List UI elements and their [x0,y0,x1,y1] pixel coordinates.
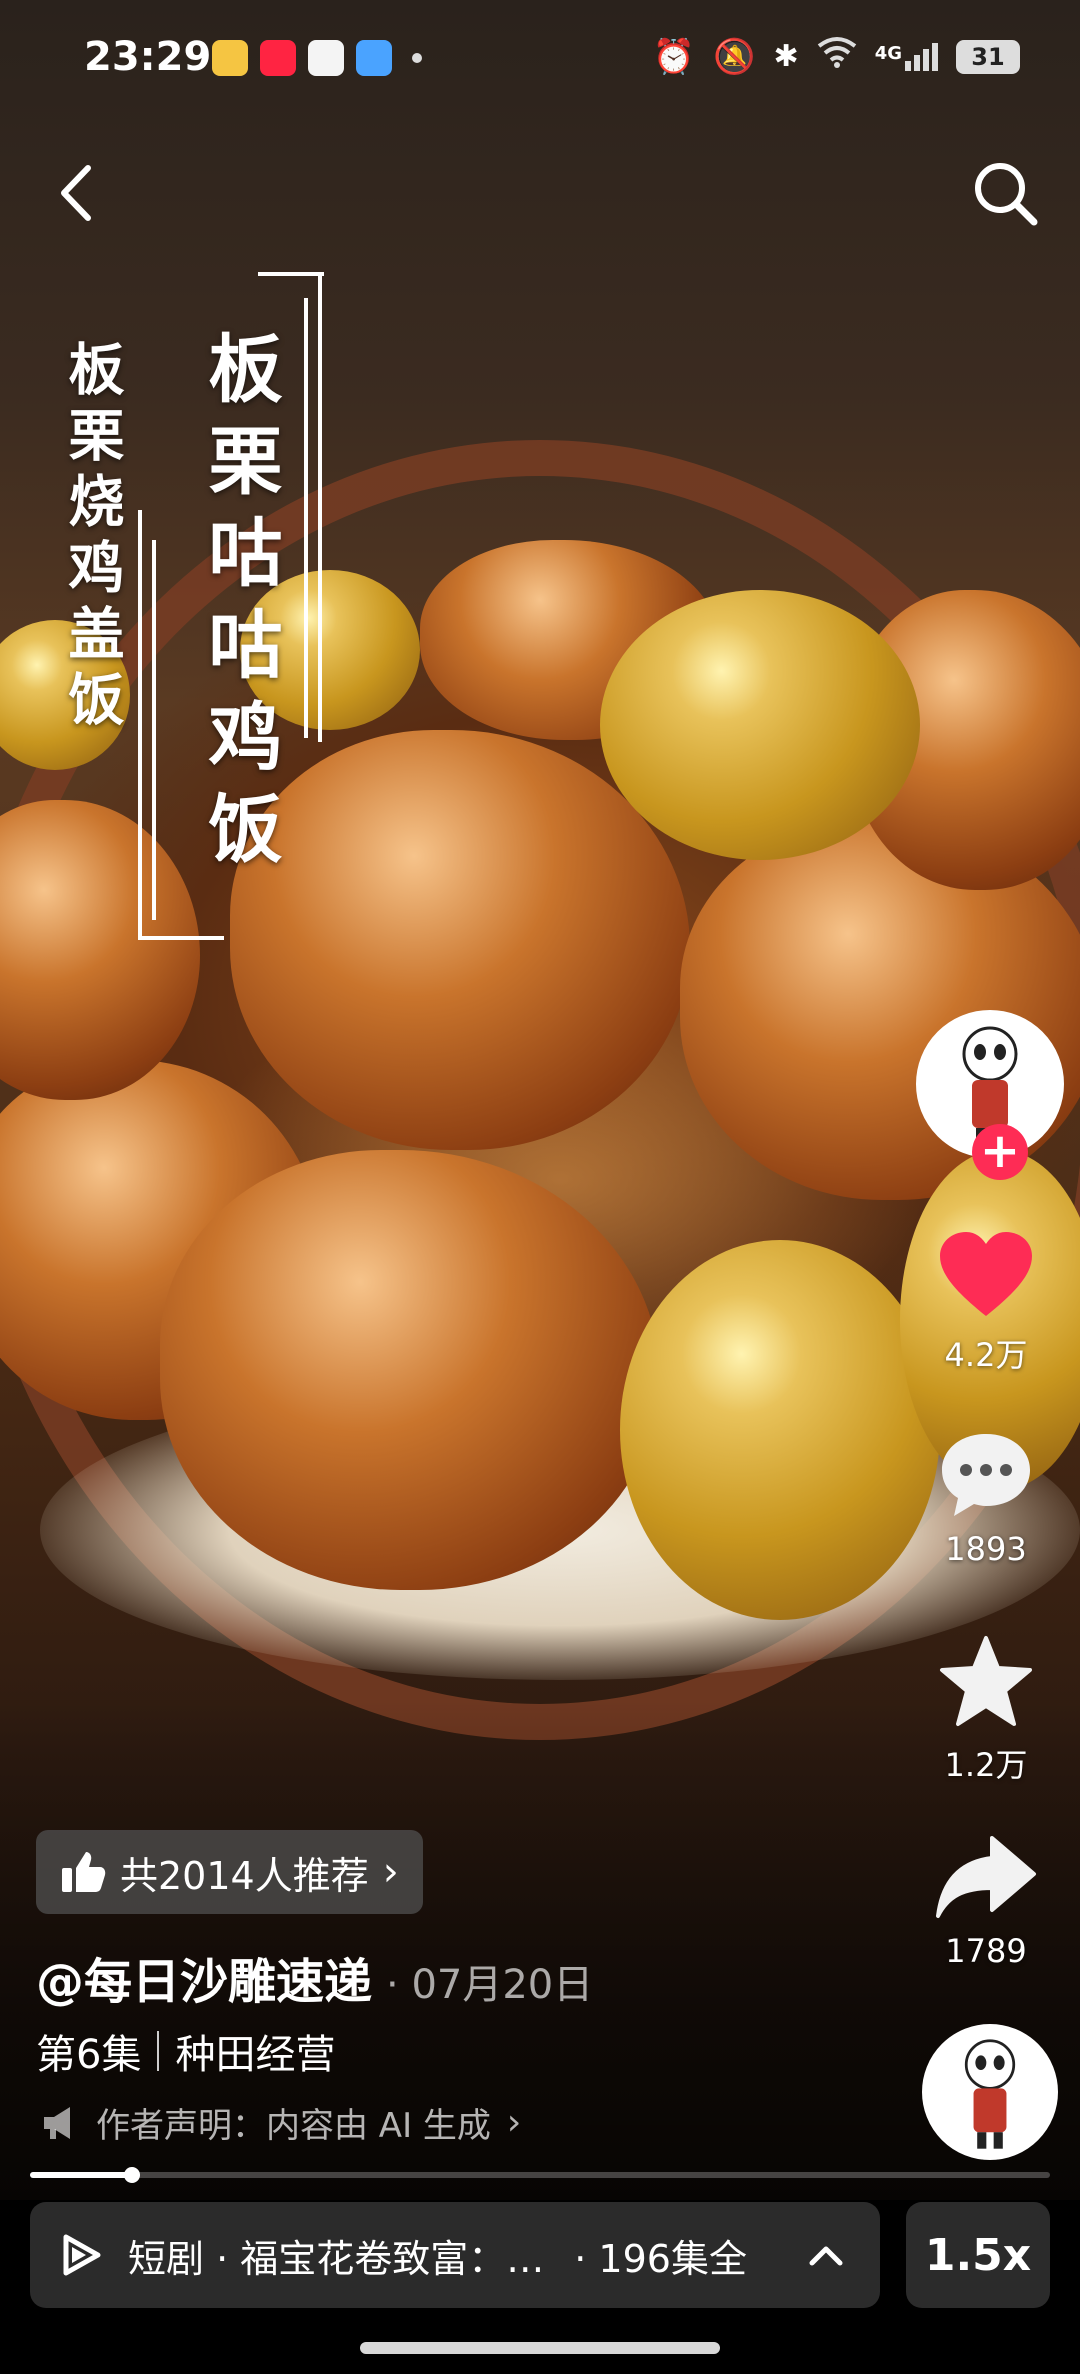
favorite-button[interactable]: 1.2万 [924,1634,1048,1786]
comment-count: 1893 [945,1530,1027,1568]
mute-icon: 🔕 [713,36,756,77]
series-title: 短剧 · 福宝花卷致富：… [128,2236,545,2281]
ai-declaration[interactable]: 作者声明：内容由 AI 生成 › [40,2098,521,2147]
chevron-right-icon: › [506,2102,522,2143]
playback-speed: 1.5x [924,2229,1032,2281]
category-label[interactable]: 种田经营 [175,2022,335,2080]
bluetooth-icon: ✱ [773,39,799,74]
title-decoration [152,540,156,920]
episode-separator [157,2031,160,2071]
music-disc[interactable] [922,2024,1058,2160]
chevron-left-icon [61,165,91,221]
share-button[interactable]: 1789 [924,1834,1048,1970]
alarm-icon: ⏰ [652,36,696,77]
series-bar[interactable]: 短剧 · 福宝花卷致富：… · 196集全 [30,2202,880,2308]
chevron-up-icon[interactable] [806,2241,846,2269]
episode-line: 第6集 种田经营 [36,2022,335,2080]
chestnut [600,590,920,860]
thumbs-up-icon [62,1852,106,1892]
title-decoration [138,936,224,940]
signal-icon: 4G [874,42,938,71]
video-screen[interactable]: 23:29 ⏰ 🔕 ✱ 4G 31 板栗咕咕鸡饭 板栗烧鸡盖饭 + 4.2万 1… [0,0,1080,2374]
chestnut [620,1240,940,1620]
episode-label[interactable]: 第6集 [36,2022,141,2080]
chevron-right-icon: › [382,1849,399,1895]
share-arrow-icon [936,1836,1036,1918]
megaphone-icon [44,2106,70,2139]
back-button[interactable] [48,158,108,228]
comment-button[interactable]: 1893 [924,1428,1048,1568]
like-button[interactable]: 4.2万 [924,1228,1048,1376]
like-count: 4.2万 [944,1336,1028,1374]
playback-speed-button[interactable]: 1.5x [906,2202,1050,2308]
video-progress-bar[interactable] [30,2167,1050,2183]
title-decoration [318,272,322,742]
network-type: 4G [874,42,902,64]
heart-icon [940,1232,1032,1316]
title-decoration [304,298,308,738]
progress-fill [30,2172,132,2178]
music-disc-avatar[interactable] [922,2024,1058,2160]
series-play-icon [63,2234,101,2276]
author-line: @每日沙雕速递 · 07月20日 [36,1942,593,2012]
title-decoration [258,272,324,276]
status-bar: 23:29 ⏰ 🔕 ✱ 4G 31 [0,0,1080,120]
ai-declaration-text: 作者声明：内容由 AI 生成 [96,2106,491,2146]
battery-level: 31 [971,42,1005,71]
search-icon [975,163,1038,226]
weibo-app-icon [212,40,248,76]
avatar-app-icon [308,40,344,76]
series-episode-count: · 196集全 [574,2236,747,2281]
notification-icons [212,40,422,76]
system-icons: ⏰ 🔕 ✱ 4G 31 [653,36,1020,77]
panda-avatar-icon [964,2039,1016,2149]
share-count: 1789 [945,1932,1027,1970]
battery-icon: 31 [956,39,1020,74]
author-name[interactable]: @每日沙雕速递 [36,1942,372,2012]
post-date: · 07月20日 [386,1962,594,2008]
home-indicator[interactable] [360,2342,720,2354]
recommend-text: 共2014人推荐 [120,1853,369,1898]
progress-handle[interactable] [124,2167,140,2183]
star-icon [940,1636,1032,1726]
video-sub-title: 板栗烧鸡盖饭 [59,340,125,736]
search-button[interactable] [970,158,1042,230]
follow-plus-button[interactable]: + [972,1124,1028,1180]
title-decoration [138,510,142,940]
recommend-button[interactable]: 共2014人推荐 › [36,1830,423,1914]
status-time: 23:29 [84,34,212,80]
xiaohongshu-app-icon [260,40,296,76]
weather-app-icon [356,40,392,76]
video-main-title: 板栗咕咕鸡饭 [196,330,282,882]
favorite-count: 1.2万 [944,1746,1028,1784]
author-avatar-item[interactable]: + [916,1010,1064,1180]
wifi-icon [817,36,857,77]
comment-icon [942,1434,1030,1516]
more-notifications-dot [412,53,422,63]
